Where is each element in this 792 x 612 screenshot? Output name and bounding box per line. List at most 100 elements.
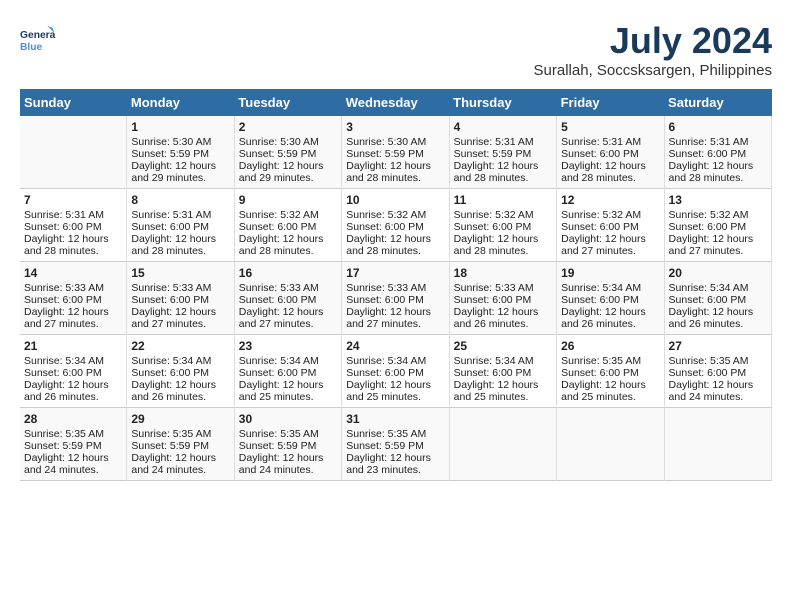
day-number: 5 (561, 120, 659, 134)
cell-info-line: and 26 minutes. (131, 391, 229, 403)
calendar-cell: 4Sunrise: 5:31 AMSunset: 5:59 PMDaylight… (449, 116, 556, 189)
cell-info-line: Sunset: 6:00 PM (346, 367, 444, 379)
cell-info-line: Sunset: 6:00 PM (561, 367, 659, 379)
cell-info-line: and 24 minutes. (24, 464, 122, 476)
cell-info-line: and 26 minutes. (561, 318, 659, 330)
cell-info-line: Sunset: 6:00 PM (239, 294, 337, 306)
cell-info-line: Sunrise: 5:34 AM (346, 355, 444, 367)
cell-info-line: and 23 minutes. (346, 464, 444, 476)
cell-info-line: and 25 minutes. (346, 391, 444, 403)
cell-info-line: Sunrise: 5:35 AM (239, 428, 337, 440)
day-number: 2 (239, 120, 337, 134)
main-title: July 2024 (534, 20, 772, 62)
cell-info-line: Daylight: 12 hours (131, 233, 229, 245)
cell-info-line: and 25 minutes. (239, 391, 337, 403)
cell-info-line: Sunset: 6:00 PM (669, 221, 767, 233)
cell-info-line: Daylight: 12 hours (346, 379, 444, 391)
cell-info-line: Sunrise: 5:31 AM (669, 136, 767, 148)
title-section: July 2024 Surallah, Soccsksargen, Philip… (534, 20, 772, 79)
day-header-wednesday: Wednesday (342, 89, 449, 116)
day-number: 10 (346, 193, 444, 207)
page-header: General Blue July 2024 Surallah, Soccsks… (20, 20, 772, 79)
cell-info-line: and 28 minutes. (239, 245, 337, 257)
cell-info-line: and 27 minutes. (239, 318, 337, 330)
cell-info-line: Sunrise: 5:33 AM (454, 282, 552, 294)
cell-info-line: Sunrise: 5:32 AM (346, 209, 444, 221)
cell-info-line: Sunset: 6:00 PM (24, 294, 122, 306)
cell-info-line: Sunset: 5:59 PM (24, 440, 122, 452)
cell-info-line: Daylight: 12 hours (239, 306, 337, 318)
cell-info-line: Sunset: 5:59 PM (239, 440, 337, 452)
calendar-cell (449, 408, 556, 481)
calendar-cell: 30Sunrise: 5:35 AMSunset: 5:59 PMDayligh… (234, 408, 341, 481)
calendar-cell: 15Sunrise: 5:33 AMSunset: 6:00 PMDayligh… (127, 262, 234, 335)
calendar-cell: 6Sunrise: 5:31 AMSunset: 6:00 PMDaylight… (664, 116, 771, 189)
cell-info-line: and 27 minutes. (24, 318, 122, 330)
cell-info-line: Sunrise: 5:32 AM (561, 209, 659, 221)
cell-info-line: and 26 minutes. (454, 318, 552, 330)
day-header-monday: Monday (127, 89, 234, 116)
cell-info-line: Sunset: 5:59 PM (131, 148, 229, 160)
day-number: 8 (131, 193, 229, 207)
cell-info-line: and 28 minutes. (24, 245, 122, 257)
calendar-cell: 3Sunrise: 5:30 AMSunset: 5:59 PMDaylight… (342, 116, 449, 189)
cell-info-line: Sunrise: 5:31 AM (24, 209, 122, 221)
svg-text:General: General (20, 30, 56, 41)
cell-info-line: and 27 minutes. (669, 245, 767, 257)
cell-info-line: Sunrise: 5:31 AM (131, 209, 229, 221)
cell-info-line: Sunrise: 5:32 AM (454, 209, 552, 221)
cell-info-line: Daylight: 12 hours (131, 160, 229, 172)
cell-info-line: Daylight: 12 hours (669, 233, 767, 245)
calendar-cell: 8Sunrise: 5:31 AMSunset: 6:00 PMDaylight… (127, 189, 234, 262)
cell-info-line: and 24 minutes. (239, 464, 337, 476)
cell-info-line: Sunset: 6:00 PM (669, 294, 767, 306)
cell-info-line: Daylight: 12 hours (24, 233, 122, 245)
cell-info-line: Daylight: 12 hours (346, 233, 444, 245)
cell-info-line: Sunrise: 5:30 AM (346, 136, 444, 148)
day-number: 19 (561, 266, 659, 280)
cell-info-line: Sunset: 6:00 PM (454, 294, 552, 306)
cell-info-line: Sunrise: 5:35 AM (24, 428, 122, 440)
day-number: 11 (454, 193, 552, 207)
cell-info-line: Sunset: 5:59 PM (346, 148, 444, 160)
cell-info-line: Daylight: 12 hours (561, 233, 659, 245)
cell-info-line: Sunset: 6:00 PM (454, 221, 552, 233)
cell-info-line: Sunrise: 5:31 AM (454, 136, 552, 148)
calendar-cell: 7Sunrise: 5:31 AMSunset: 6:00 PMDaylight… (20, 189, 127, 262)
calendar-cell (664, 408, 771, 481)
calendar-cell: 18Sunrise: 5:33 AMSunset: 6:00 PMDayligh… (449, 262, 556, 335)
calendar-cell: 10 Sunrise: 5:32 AMSunset: 6:00 PMDayligh… (342, 189, 449, 262)
cell-info-line: Sunset: 6:00 PM (346, 221, 444, 233)
calendar-cell: 11Sunrise: 5:32 AMSunset: 6:00 PMDayligh… (449, 189, 556, 262)
calendar-table: SundayMondayTuesdayWednesdayThursdayFrid… (20, 89, 772, 481)
cell-info-line: and 24 minutes. (131, 464, 229, 476)
cell-info-line: Daylight: 12 hours (669, 306, 767, 318)
cell-info-line: Sunset: 6:00 PM (346, 294, 444, 306)
day-number: 1 (131, 120, 229, 134)
cell-info-line: Sunrise: 5:35 AM (131, 428, 229, 440)
logo-icon: General Blue (20, 20, 56, 56)
cell-info-line: and 26 minutes. (24, 391, 122, 403)
logo: General Blue (20, 20, 56, 56)
calendar-cell: 17Sunrise: 5:33 AMSunset: 6:00 PMDayligh… (342, 262, 449, 335)
cell-info-line: and 24 minutes. (669, 391, 767, 403)
cell-info-line: Sunrise: 5:35 AM (669, 355, 767, 367)
cell-info-line: Sunrise: 5:34 AM (131, 355, 229, 367)
day-number: 27 (669, 339, 767, 353)
calendar-cell: 24Sunrise: 5:34 AMSunset: 6:00 PMDayligh… (342, 335, 449, 408)
cell-info-line: and 25 minutes. (561, 391, 659, 403)
day-number: 22 (131, 339, 229, 353)
cell-info-line: Sunset: 6:00 PM (131, 367, 229, 379)
calendar-cell: 31Sunrise: 5:35 AMSunset: 5:59 PMDayligh… (342, 408, 449, 481)
cell-info-line: Sunrise: 5:35 AM (561, 355, 659, 367)
cell-info-line: Sunset: 6:00 PM (239, 367, 337, 379)
day-number: 12 (561, 193, 659, 207)
cell-info-line: Daylight: 12 hours (24, 379, 122, 391)
cell-info-line: and 28 minutes. (454, 172, 552, 184)
cell-info-line: Sunrise: 5:31 AM (561, 136, 659, 148)
cell-info-line: and 28 minutes. (346, 245, 444, 257)
calendar-cell: 5Sunrise: 5:31 AMSunset: 6:00 PMDaylight… (557, 116, 664, 189)
day-number: 9 (239, 193, 337, 207)
cell-info-line: Sunset: 6:00 PM (24, 221, 122, 233)
calendar-cell: 9Sunrise: 5:32 AMSunset: 6:00 PMDaylight… (234, 189, 341, 262)
